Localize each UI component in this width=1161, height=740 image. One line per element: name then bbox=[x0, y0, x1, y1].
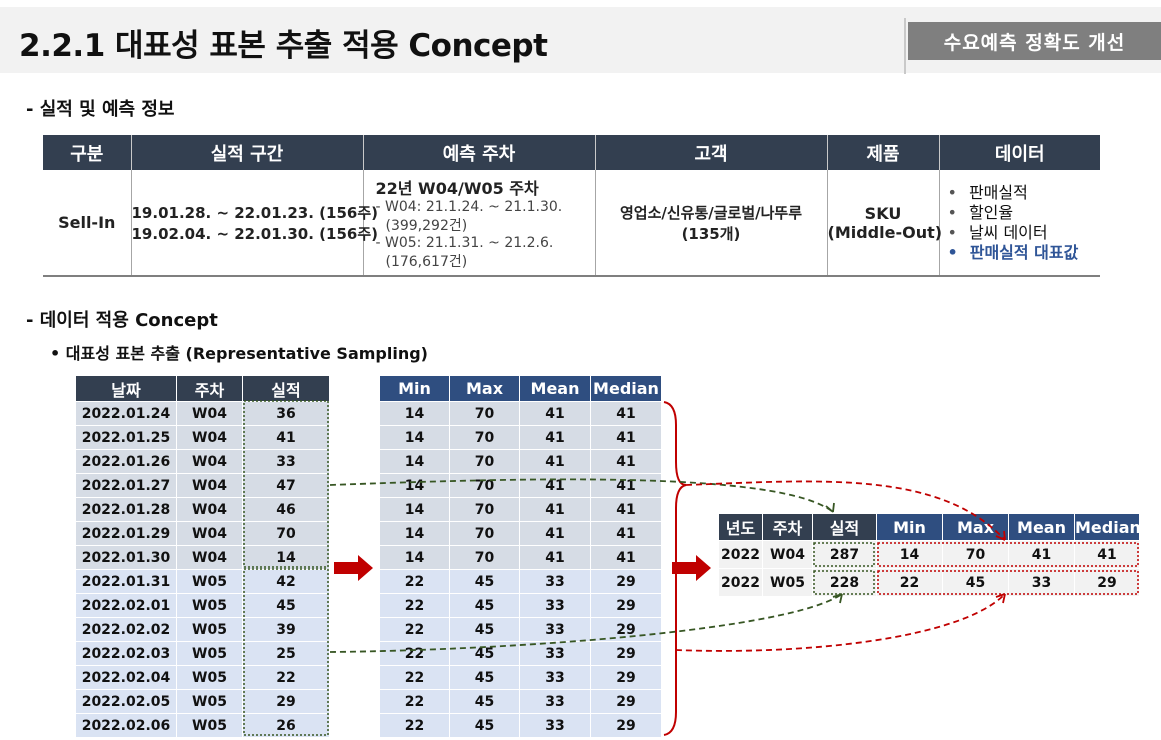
connector-w05 bbox=[329, 593, 843, 653]
arrow-to-summary bbox=[672, 555, 711, 581]
connector-w05-head bbox=[832, 593, 843, 604]
connector-stats-w04 bbox=[685, 480, 1006, 541]
summary-sales-w05-box bbox=[813, 570, 875, 595]
connector-w04 bbox=[329, 478, 834, 513]
w04-sales-highlight bbox=[243, 400, 329, 568]
flow-overlay bbox=[243, 400, 1139, 736]
summary-sales-w04-box bbox=[813, 542, 875, 567]
summary-stats-w05-box bbox=[877, 570, 1139, 595]
summary-stats-w04-box bbox=[877, 542, 1139, 567]
w05-sales-highlight bbox=[243, 568, 329, 736]
arrow-to-stats bbox=[334, 555, 373, 581]
